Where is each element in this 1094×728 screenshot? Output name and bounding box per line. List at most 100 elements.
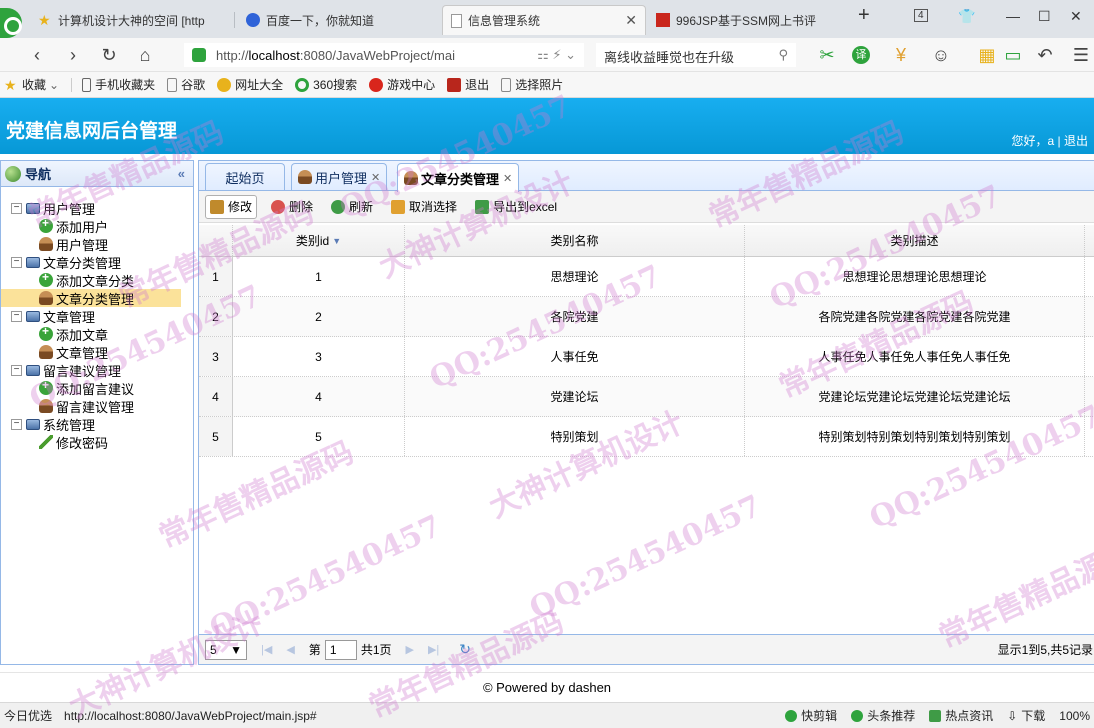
tree-node-category-mgmt[interactable]: − 文章分类管理 bbox=[1, 253, 193, 271]
tree-node-change-password[interactable]: 修改密码 bbox=[1, 433, 193, 451]
scissors-icon[interactable]: ✂ bbox=[816, 44, 838, 66]
download-item[interactable]: ⇩ 下载 bbox=[1007, 707, 1045, 724]
logout-link[interactable]: 退出 bbox=[1064, 134, 1088, 148]
tree-node-category-list-selected[interactable]: 文章分类管理 bbox=[1, 289, 181, 307]
bookmark-360[interactable]: 360搜索 bbox=[295, 76, 357, 93]
game-icon bbox=[369, 77, 384, 92]
close-window-icon[interactable]: ✕ bbox=[1070, 8, 1082, 25]
tab-user-mgmt[interactable]: 用户管理 ✕ bbox=[291, 163, 388, 190]
undo-icon[interactable]: ↶ bbox=[1034, 44, 1056, 66]
tree-node-article-list[interactable]: 文章管理 bbox=[1, 343, 193, 361]
chevron-down-icon: ▼ bbox=[230, 642, 242, 657]
minimize-icon[interactable]: — bbox=[1006, 8, 1020, 24]
pager-refresh-icon[interactable]: ↻ bbox=[459, 641, 471, 658]
collapse-node-icon[interactable]: − bbox=[11, 256, 22, 268]
zoom-level[interactable]: 100% bbox=[1059, 709, 1090, 723]
star-icon: ★ bbox=[4, 76, 17, 93]
close-tab-icon[interactable]: ✕ bbox=[503, 172, 512, 185]
tree-node-feedback-mgmt[interactable]: − 留言建议管理 bbox=[1, 361, 193, 379]
table-row[interactable]: 1 1 思想理论 思想理论思想理论思想理论 bbox=[199, 257, 1094, 297]
next-page-icon[interactable]: ▶ bbox=[406, 643, 414, 656]
headline-item[interactable]: 头条推荐 bbox=[851, 707, 915, 724]
hot-news-item[interactable]: 热点资讯 bbox=[929, 707, 993, 724]
shirt-icon[interactable]: 👕 bbox=[958, 8, 975, 25]
tab-home[interactable]: 起始页 bbox=[205, 163, 285, 190]
collapse-node-icon[interactable]: − bbox=[11, 310, 22, 322]
search-input[interactable]: 离线收益睡觉也在升级 ⚲ bbox=[596, 43, 796, 67]
menu-icon[interactable]: ☰ bbox=[1070, 44, 1092, 66]
close-tab-icon[interactable]: ✕ bbox=[371, 171, 380, 184]
bookmark-google[interactable]: 谷歌 bbox=[167, 76, 205, 93]
reload-icon[interactable]: ↻ bbox=[98, 44, 120, 66]
close-tab-icon[interactable]: ✕ bbox=[617, 12, 637, 29]
status-item-label: 快剪辑 bbox=[801, 709, 838, 723]
tree-node-user-mgmt[interactable]: − 用户管理 bbox=[1, 199, 193, 217]
collapse-node-icon[interactable]: − bbox=[11, 202, 22, 214]
forward-icon[interactable]: › bbox=[62, 44, 84, 66]
star-icon: ★ bbox=[38, 12, 51, 28]
shield-coin-icon[interactable]: ¥ bbox=[890, 44, 912, 66]
tree-node-add-user[interactable]: 添加用户 bbox=[1, 216, 193, 235]
table-row[interactable]: 3 3 人事任免 人事任免人事任免人事任免人事任免 bbox=[199, 337, 1094, 377]
red-site-icon bbox=[656, 13, 670, 27]
collapse-node-icon[interactable]: − bbox=[11, 364, 22, 376]
tree-node-user-list[interactable]: 用户管理 bbox=[1, 235, 193, 253]
collapse-node-icon[interactable]: − bbox=[11, 418, 22, 430]
translate-icon[interactable]: 译 bbox=[852, 46, 870, 64]
column-header-id[interactable]: 类别id ▼ bbox=[233, 225, 405, 256]
prev-page-icon[interactable]: ◀ bbox=[286, 643, 294, 656]
bookmark-photo[interactable]: 选择照片 bbox=[501, 76, 563, 93]
bookmark-exit[interactable]: 退出 bbox=[447, 76, 489, 93]
tree-node-add-article[interactable]: 添加文章 bbox=[1, 324, 193, 343]
browser-tab-title: 信息管理系统 bbox=[468, 14, 541, 28]
tree-node-add-category[interactable]: 添加文章分类 bbox=[1, 270, 193, 289]
browser-tab-4[interactable]: 996JSP基于SSM网上书评 bbox=[648, 5, 848, 35]
table-row[interactable]: 2 2 各院党建 各院党建各院党建各院党建各院党建 bbox=[199, 297, 1094, 337]
bookmark-favorites[interactable]: ★ 收藏 ⌄ bbox=[4, 76, 59, 93]
browser-tab-3-active[interactable]: 信息管理系统 ✕ bbox=[442, 5, 646, 35]
last-page-icon[interactable]: ▶| bbox=[428, 643, 439, 656]
edit-button[interactable]: 修改 bbox=[205, 194, 258, 219]
browser-logo-icon[interactable] bbox=[0, 8, 22, 38]
grid-icon[interactable]: ⚏ ⚡ ⌄ bbox=[537, 47, 576, 63]
quick-edit-item[interactable]: 快剪辑 bbox=[785, 707, 837, 724]
tree-node-feedback-list[interactable]: 留言建议管理 bbox=[1, 397, 193, 415]
deselect-button[interactable]: 取消选择 bbox=[387, 195, 461, 219]
page-size-select[interactable]: 5 ▼ bbox=[205, 639, 247, 660]
column-header-desc[interactable]: 类别描述 bbox=[745, 225, 1085, 256]
browser-tab-strip: ★ 计算机设计大神的空间 [http 百度一下，你就知道 信息管理系统 ✕ 99… bbox=[0, 0, 1094, 38]
table-row[interactable]: 5 5 特别策划 特别策划特别策划特别策划特别策划 bbox=[199, 417, 1094, 457]
emoji-icon[interactable]: ☺ bbox=[930, 44, 952, 66]
maximize-icon[interactable]: ☐ bbox=[1038, 8, 1051, 25]
bookmark-games[interactable]: 游戏中心 bbox=[369, 76, 435, 93]
row-number: 1 bbox=[199, 257, 233, 296]
daily-picks[interactable]: 今日优选 bbox=[0, 707, 52, 724]
new-tab-button[interactable]: + bbox=[858, 4, 870, 27]
refresh-button[interactable]: 刷新 bbox=[327, 195, 377, 219]
bookmark-mobile[interactable]: 手机收藏夹 bbox=[82, 76, 155, 93]
column-header-name[interactable]: 类别名称 bbox=[405, 225, 745, 256]
browser-tab-1[interactable]: ★ 计算机设计大神的空间 [http bbox=[30, 5, 230, 35]
collapse-sidebar-icon[interactable]: « bbox=[178, 166, 185, 181]
back-icon[interactable]: ‹ bbox=[26, 44, 48, 66]
tab-counter[interactable]: 4 bbox=[914, 9, 928, 22]
tree-node-system-mgmt[interactable]: − 系统管理 bbox=[1, 415, 193, 433]
delete-button[interactable]: 删除 bbox=[267, 195, 317, 219]
play-icon bbox=[851, 709, 864, 722]
first-page-icon[interactable]: |◀ bbox=[261, 643, 272, 656]
export-excel-button[interactable]: 导出到excel bbox=[471, 195, 561, 219]
grid-apps-icon[interactable]: ▦ bbox=[976, 44, 998, 66]
url-field[interactable]: http://localhost:8080/JavaWebProject/mai… bbox=[184, 43, 584, 67]
search-icon[interactable]: ⚲ bbox=[778, 47, 788, 63]
bookmark-portal[interactable]: 网址大全 bbox=[217, 76, 283, 93]
tab-category-mgmt[interactable]: 文章分类管理 ✕ bbox=[397, 163, 520, 192]
tree-node-article-mgmt[interactable]: − 文章管理 bbox=[1, 307, 193, 325]
browser-tab-2[interactable]: 百度一下，你就知道 bbox=[238, 5, 438, 35]
table-row[interactable]: 4 4 党建论坛 党建论坛党建论坛党建论坛党建论坛 bbox=[199, 377, 1094, 417]
home-icon[interactable]: ⌂ bbox=[134, 44, 156, 66]
tree-node-add-feedback[interactable]: 添加留言建议 bbox=[1, 378, 193, 397]
page-number-input[interactable]: 1 bbox=[324, 639, 357, 660]
button-label: 取消选择 bbox=[409, 200, 458, 214]
battery-icon[interactable]: ▭ bbox=[1002, 44, 1024, 66]
status-url: http://localhost:8080/JavaWebProject/mai… bbox=[64, 708, 317, 723]
